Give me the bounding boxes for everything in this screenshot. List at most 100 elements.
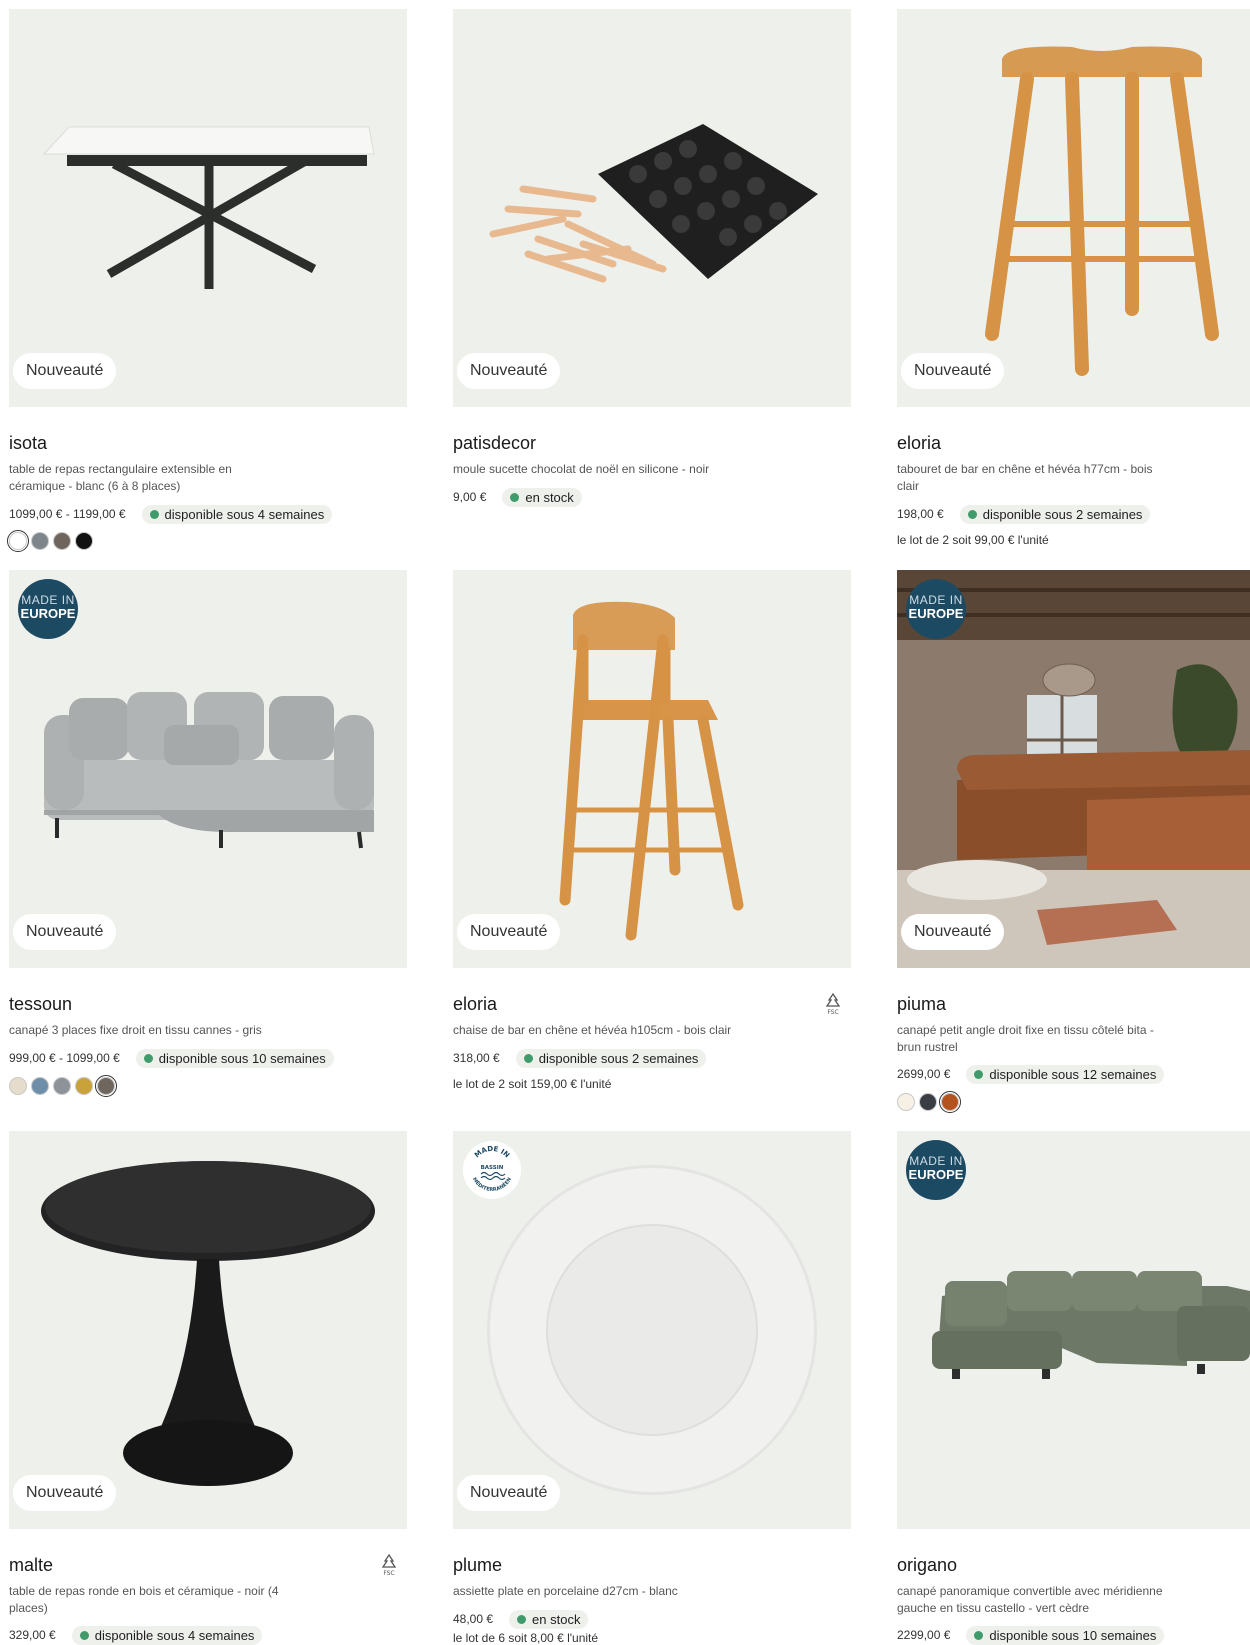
- price-row: 2299,00 € disponible sous 10 semaines: [897, 1625, 1165, 1645]
- product-title[interactable]: eloria: [897, 433, 941, 454]
- price-row: 9,00 € en stock: [453, 487, 582, 507]
- stock-dot-icon: [149, 509, 159, 519]
- price-row: 48,00 € en stock: [453, 1609, 589, 1629]
- product-description: chaise de bar en chêne et hévéa h105cm -…: [453, 1023, 732, 1037]
- svg-text:MADE IN: MADE IN: [473, 1145, 511, 1160]
- product-title[interactable]: tessoun: [9, 994, 72, 1015]
- product-description: tabouret de bar en chêne et hévéa h77cm …: [897, 462, 1153, 493]
- color-swatch[interactable]: [919, 1093, 937, 1111]
- product-card[interactable]: Nouveauté eloria FSC chaise de bar en ch…: [453, 570, 851, 1091]
- stock-dot-icon: [517, 1614, 527, 1624]
- stock-dot-icon: [523, 1053, 533, 1063]
- chocolate-mold-illustration: [489, 124, 818, 283]
- product-image[interactable]: Nouveauté: [9, 9, 407, 407]
- product-card[interactable]: Nouveauté malte FSC table de repas ronde…: [9, 1131, 407, 1645]
- product-price: 198,00 €: [897, 507, 944, 521]
- availability-text: disponible sous 12 semaines: [989, 1066, 1157, 1082]
- product-image[interactable]: MADE IN EUROPE Nouveauté: [897, 570, 1250, 968]
- product-image[interactable]: Nouveauté: [9, 1131, 407, 1529]
- color-swatch[interactable]: [939, 1091, 961, 1113]
- product-card[interactable]: MADE IN EUROPE Nouveauté tessoun canapé …: [9, 570, 407, 1097]
- badge-line: EUROPE: [908, 1167, 964, 1182]
- availability-text: en stock: [532, 1611, 581, 1627]
- product-card[interactable]: Nouveauté patisdecor moule sucette choco…: [453, 9, 851, 507]
- product-image[interactable]: MADE IN BASSIN MÉDITERRANÉEN Nouveauté: [453, 1131, 851, 1529]
- availability-badge: disponible sous 4 semaines: [141, 504, 333, 524]
- product-image[interactable]: Nouveauté: [453, 9, 851, 407]
- product-description: canapé 3 places fixe droit en tissu cann…: [9, 1023, 262, 1037]
- product-card[interactable]: Nouveauté eloria tabouret de bar en chên…: [897, 9, 1250, 547]
- badge-arc-text: MADE IN: [473, 1145, 511, 1160]
- stock-dot-icon: [967, 509, 977, 519]
- product-title[interactable]: origano: [897, 1555, 957, 1576]
- bar-chair-illustration: [559, 601, 744, 941]
- badge-line: EUROPE: [908, 606, 964, 621]
- stock-dot-icon: [143, 1053, 153, 1063]
- product-card[interactable]: MADE IN BASSIN MÉDITERRANÉEN Nouveauté p…: [453, 1131, 851, 1645]
- price-row: 1099,00 € - 1199,00 € disponible sous 4 …: [9, 504, 333, 524]
- product-title[interactable]: eloria: [453, 994, 497, 1015]
- availability-text: disponible sous 2 semaines: [538, 1050, 699, 1066]
- product-title[interactable]: isota: [9, 433, 47, 454]
- made-in-europe-badge: MADE IN EUROPE: [18, 579, 78, 639]
- nouveaute-badge: Nouveauté: [901, 914, 1005, 950]
- color-swatches: [7, 530, 93, 552]
- fsc-text: FSC: [827, 1009, 838, 1016]
- product-title[interactable]: plume: [453, 1555, 502, 1576]
- product-card[interactable]: MADE IN EUROPE origano canapé panoramiqu…: [897, 1131, 1250, 1645]
- product-image[interactable]: MADE IN EUROPE: [897, 1131, 1250, 1529]
- color-swatch[interactable]: [897, 1093, 915, 1111]
- product-price: 9,00 €: [453, 490, 487, 504]
- availability-text: en stock: [525, 489, 574, 505]
- color-swatch[interactable]: [95, 1075, 117, 1097]
- product-card[interactable]: MADE IN EUROPE Nouveauté piuma canapé pe…: [897, 570, 1250, 1113]
- product-price: 329,00 €: [9, 1628, 56, 1642]
- badge-center-text: BASSIN: [481, 1165, 504, 1171]
- availability-badge: disponible sous 4 semaines: [71, 1625, 263, 1645]
- product-description: canapé panoramique convertible avec méri…: [897, 1584, 1163, 1615]
- product-image[interactable]: MADE IN EUROPE Nouveauté: [9, 570, 407, 968]
- color-swatch[interactable]: [53, 1077, 71, 1095]
- price-row: 198,00 € disponible sous 2 semaines: [897, 504, 1151, 524]
- product-image[interactable]: Nouveauté: [453, 570, 851, 968]
- availability-text: disponible sous 2 semaines: [982, 506, 1143, 522]
- nouveaute-badge: Nouveauté: [13, 914, 117, 950]
- bar-stool-illustration: [985, 46, 1219, 376]
- lot-price: le lot de 2 soit 159,00 € l'unité: [453, 1077, 612, 1091]
- color-swatch[interactable]: [53, 532, 71, 550]
- lot-price: le lot de 2 soit 99,00 € l'unité: [897, 533, 1049, 547]
- product-card[interactable]: Nouveauté isota table de repas rectangul…: [7, 9, 407, 552]
- product-description: table de repas ronde en bois et céramiqu…: [9, 1584, 279, 1615]
- color-swatch[interactable]: [31, 532, 49, 550]
- product-title[interactable]: malte: [9, 1555, 53, 1576]
- availability-badge: disponible sous 10 semaines: [135, 1048, 334, 1068]
- color-swatches: [9, 1075, 117, 1097]
- product-image[interactable]: Nouveauté: [897, 9, 1250, 407]
- color-swatches: [897, 1091, 961, 1113]
- nouveaute-badge: Nouveauté: [901, 353, 1005, 389]
- mediterranean-badge-icon: MADE IN BASSIN MÉDITERRANÉEN: [471, 1145, 513, 1193]
- stock-dot-icon: [79, 1630, 89, 1640]
- availability-text: disponible sous 4 semaines: [164, 506, 325, 522]
- lot-price: le lot de 6 soit 8,00 € l'unité: [453, 1631, 599, 1645]
- color-swatch[interactable]: [9, 1077, 27, 1095]
- color-swatch[interactable]: [31, 1077, 49, 1095]
- product-description: moule sucette chocolat de noël en silico…: [453, 462, 710, 476]
- product-title[interactable]: patisdecor: [453, 433, 536, 454]
- availability-badge: en stock: [502, 487, 582, 507]
- product-price: 2699,00 €: [897, 1067, 951, 1081]
- color-swatch[interactable]: [7, 530, 29, 552]
- round-table-illustration: [41, 1161, 375, 1486]
- price-row: 2699,00 € disponible sous 12 semaines: [897, 1064, 1165, 1084]
- color-swatch[interactable]: [75, 532, 93, 550]
- made-in-bassin-mediterraneen-badge: MADE IN BASSIN MÉDITERRANÉEN: [463, 1141, 521, 1199]
- product-title[interactable]: piuma: [897, 994, 946, 1015]
- nouveaute-badge: Nouveauté: [13, 1475, 117, 1511]
- stock-dot-icon: [974, 1069, 984, 1079]
- product-price: 2299,00 €: [897, 1628, 951, 1642]
- nouveaute-badge: Nouveauté: [457, 1475, 561, 1511]
- color-swatch[interactable]: [75, 1077, 93, 1095]
- price-row: 318,00 € disponible sous 2 semaines: [453, 1048, 707, 1068]
- product-price: 318,00 €: [453, 1051, 500, 1065]
- badge-line: EUROPE: [20, 606, 76, 621]
